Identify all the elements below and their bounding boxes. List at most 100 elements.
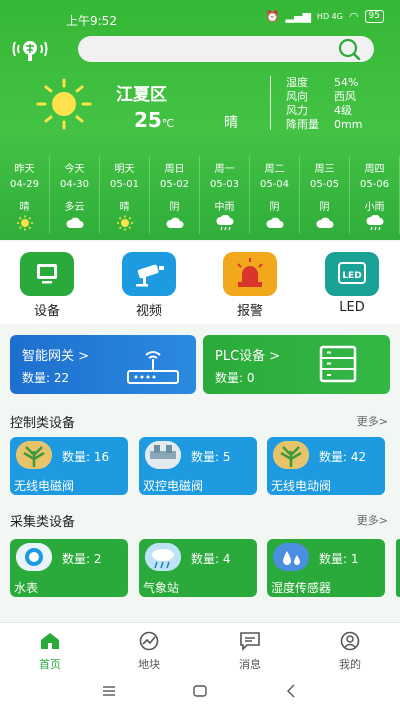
signal-icon: ▂▄▆ [285,10,311,23]
forecast-day-name: 昨天 [14,164,35,175]
tab-label: 地块 [138,658,160,671]
device-count: 数量: 16 [62,450,110,464]
action-video[interactable]: 视频 [119,252,179,319]
water-meter-icon [16,543,52,571]
action-label: 报警 [236,304,263,319]
weather-station-icon [145,543,181,571]
forecast-date: 05-04 [259,179,290,190]
forecast-desc: 晴 [19,202,30,213]
camera-icon [122,252,176,296]
tab-plots[interactable]: 地块 [119,631,179,672]
gateway-card[interactable]: 智能网关 > 数量: 22 [10,335,196,394]
action-label: 设备 [33,304,60,319]
forecast-day-name: 周三 [314,164,335,175]
forecast-date: 05-03 [209,179,240,190]
monitor-icon [20,252,74,296]
plc-count: 数量: 0 [215,371,255,385]
forecast-strip: 昨天 04-29 晴 今天 04-30 多云 明天 05-01 晴 周日 05-02 阴 周一 05-03… [0,156,400,234]
chart-icon [139,631,159,651]
forecast-desc: 多云 [64,202,85,213]
action-device[interactable]: 设备 [17,252,77,319]
cloud-icon [265,215,285,231]
district-name: 江夏区 [116,85,167,105]
cloud-icon [165,215,185,231]
control-section-title: 控制类设备 [10,416,76,431]
forecast-desc: 阴 [169,202,180,213]
weather-details: 湿度 54% 风向 西风 风力 4级 降雨量 0mm [286,76,362,132]
collect-more-link[interactable]: 更多> [357,512,388,528]
forecast-desc: 阴 [319,202,330,213]
tab-messages[interactable]: 消息 [220,631,280,672]
action-alarm[interactable]: 报警 [220,252,280,319]
device-card-electric-valve[interactable]: 数量: 42 无线电动阀 [267,437,385,495]
forecast-date: 04-30 [59,179,90,190]
forecast-day-name: 周一 [214,164,235,175]
user-icon [340,631,360,651]
search-input[interactable] [78,36,374,62]
network-label: HD 4G [316,12,343,21]
message-icon [240,632,260,651]
control-more-link[interactable]: 更多> [357,413,388,429]
server-rack-icon [317,344,361,388]
forecast-day-name: 周二 [264,164,285,175]
led-icon: LED [325,252,379,296]
forecast-desc: 小雨 [364,202,385,213]
search-icon[interactable] [336,38,362,64]
tab-profile[interactable]: 我的 [320,631,380,672]
forecast-date: 05-06 [359,179,390,190]
device-card-double-valve[interactable]: 数量: 5 双控电磁阀 [139,437,257,495]
menu-icon[interactable] [102,686,116,696]
plc-title: PLC设备 > [215,349,281,364]
forecast-day: 周四 05-06 小雨 [350,156,400,234]
alarm-icon [223,252,277,296]
rain-icon [215,214,235,231]
app-logo-icon [10,36,50,64]
forecast-day: 周二 05-04 阴 [250,156,300,234]
forecast-day: 昨天 04-29 晴 [0,156,50,234]
forecast-day: 周三 05-05 阴 [300,156,350,234]
temperature-value: 25 [134,108,162,132]
current-temperature: 25℃ [134,108,174,132]
forecast-date: 05-05 [309,179,340,190]
device-count: 数量: 2 [62,552,102,566]
forecast-day: 周一 05-03 中雨 [200,156,250,234]
humidity-sensor-icon [273,543,309,571]
device-card-wireless-valve[interactable]: 数量: 16 无线电磁阀 [10,437,128,495]
device-name: 无线电动阀 [271,479,332,493]
action-label: LED [339,300,365,315]
field-valve-icon [16,441,52,469]
tab-label: 我的 [339,658,361,671]
device-name: 湿度传感器 [271,581,332,595]
forecast-day-name: 明天 [114,164,135,175]
home-square-icon[interactable] [193,685,207,697]
rain-icon [365,214,385,231]
forecast-desc: 晴 [119,202,130,213]
status-time: 上午9:52 [66,14,117,28]
weather-sun-icon [34,78,94,134]
gateway-count: 数量: 22 [22,371,70,385]
device-card-humidity-sensor[interactable]: 数量: 1 湿度传感器 [267,539,385,597]
device-card-water-meter[interactable]: 数量: 2 水表 [10,539,128,597]
tab-home[interactable]: 首页 [20,631,80,672]
forecast-day: 今天 04-30 多云 [50,156,100,234]
action-label: 视频 [135,304,162,319]
sun-icon [115,215,135,231]
temperature-unit: ℃ [161,117,175,130]
sun-icon [15,215,35,231]
system-nav-bar [0,672,400,711]
router-icon [124,347,184,391]
device-name: 双控电磁阀 [143,479,204,493]
device-card-weather-station[interactable]: 数量: 4 气象站 [139,539,257,597]
back-icon[interactable] [286,684,296,698]
next-device-card-edge [396,539,400,597]
tab-label: 消息 [239,658,261,671]
status-icons: ⏰ ▂▄▆ HD 4G ◠ 95 [266,10,384,23]
plc-card[interactable]: PLC设备 > 数量: 0 [203,335,390,394]
action-led[interactable]: LED LED [322,252,382,315]
alarm-clock-icon: ⏰ [265,10,280,23]
device-count: 数量: 4 [191,552,231,566]
detail-wind-direction: 风向 西风 [286,90,356,103]
device-name: 水表 [14,581,39,595]
tab-label: 首页 [39,658,61,671]
device-count: 数量: 1 [319,552,359,566]
